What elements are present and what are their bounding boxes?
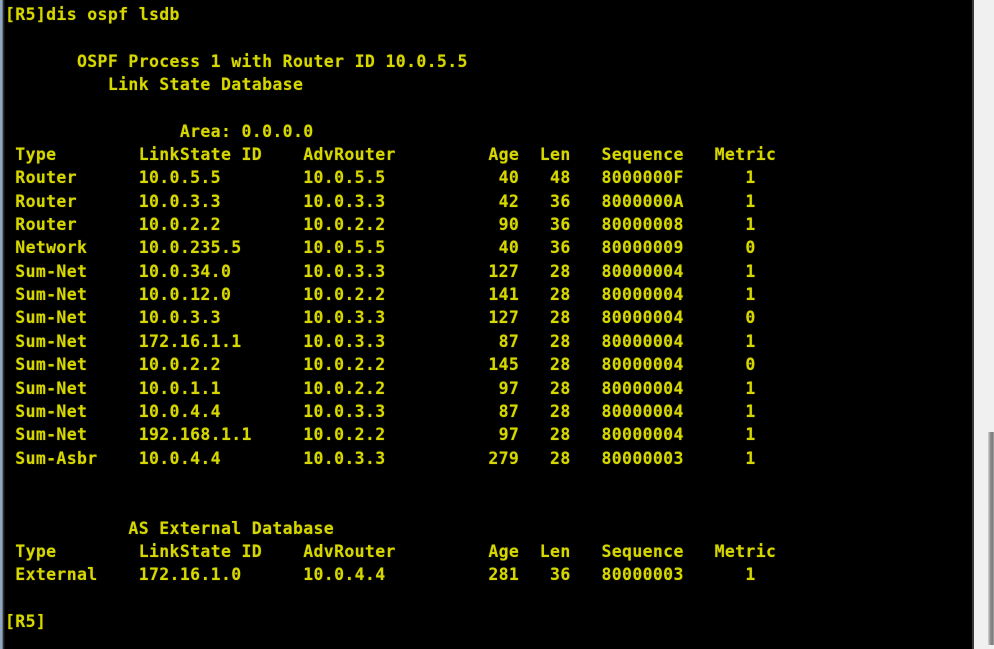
terminal-line: [R5] (5, 611, 47, 631)
terminal-line: Sum-Net 172.16.1.1 10.0.3.3 87 28 800000… (5, 331, 756, 351)
terminal-line: Sum-Net 10.0.2.2 10.0.2.2 145 28 8000000… (5, 355, 756, 375)
terminal-line: Sum-Net 10.0.34.0 10.0.3.3 127 28 800000… (5, 261, 756, 281)
terminal-line: Sum-Net 10.0.12.0 10.0.2.2 141 28 800000… (5, 285, 756, 305)
terminal-line: Area: 0.0.0.0 (5, 121, 314, 141)
terminal-line: Type LinkState ID AdvRouter Age Len Sequ… (5, 145, 777, 165)
vertical-scrollbar-track[interactable] (981, 0, 994, 649)
terminal-line: Network 10.0.235.5 10.0.5.5 40 36 800000… (5, 238, 756, 258)
terminal-line: OSPF Process 1 with Router ID 10.0.5.5 (5, 51, 468, 71)
terminal-line: Sum-Net 10.0.3.3 10.0.3.3 127 28 8000000… (5, 308, 756, 328)
vertical-scrollbar-thumb[interactable] (988, 432, 994, 645)
terminal-line: External 172.16.1.0 10.0.4.4 281 36 8000… (5, 565, 756, 585)
terminal-line: Sum-Asbr 10.0.4.4 10.0.3.3 279 28 800000… (5, 448, 756, 468)
console-output: [R5]dis ospf lsdb OSPF Process 1 with Ro… (5, 0, 776, 633)
terminal-line: Router 10.0.2.2 10.0.2.2 90 36 80000008 … (5, 215, 756, 235)
terminal-screen[interactable]: [R5]dis ospf lsdb OSPF Process 1 with Ro… (5, 0, 994, 649)
terminal-line: Sum-Net 10.0.4.4 10.0.3.3 87 28 80000004… (5, 401, 756, 421)
terminal-line: Sum-Net 10.0.1.1 10.0.2.2 97 28 80000004… (5, 378, 756, 398)
scroll-gutter (972, 0, 994, 649)
terminal-line: Router 10.0.5.5 10.0.5.5 40 48 8000000F … (5, 168, 756, 188)
terminal-line: Sum-Net 192.168.1.1 10.0.2.2 97 28 80000… (5, 425, 756, 445)
terminal-line: AS External Database (5, 518, 335, 538)
terminal-line: Link State Database (5, 75, 304, 95)
terminal-line: Type LinkState ID AdvRouter Age Len Sequ… (5, 541, 777, 561)
terminal-line: [R5]dis ospf lsdb (5, 5, 180, 24)
terminal-window: [R5]dis ospf lsdb OSPF Process 1 with Ro… (0, 0, 994, 649)
terminal-line: Router 10.0.3.3 10.0.3.3 42 36 8000000A … (5, 191, 756, 211)
